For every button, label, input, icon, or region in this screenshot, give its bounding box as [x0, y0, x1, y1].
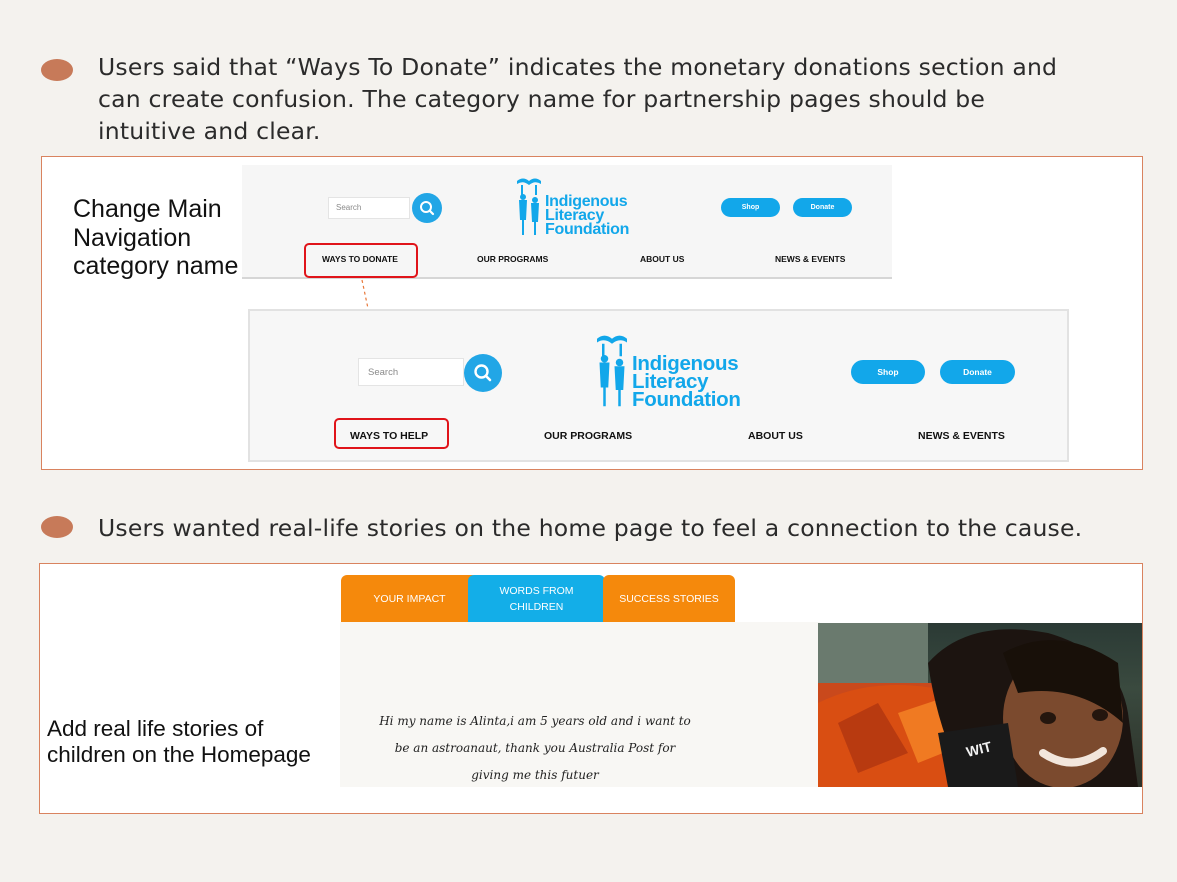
- logo: Indigenous Literacy Foundation: [592, 330, 752, 410]
- insight-text-2: Users wanted real-life stories on the ho…: [98, 514, 1083, 542]
- search-icon: [474, 364, 492, 382]
- nav-item-news-events[interactable]: NEWS & EVENTS: [918, 430, 1005, 442]
- logo-line-3: Foundation: [632, 388, 741, 411]
- tab-your-impact[interactable]: YOUR IMPACT: [341, 575, 478, 622]
- donate-button[interactable]: Donate: [940, 360, 1015, 384]
- nav-item-our-programs[interactable]: OUR PROGRAMS: [544, 430, 632, 442]
- slide: Users said that “Ways To Donate” indicat…: [0, 0, 1177, 882]
- shop-button[interactable]: Shop: [721, 198, 780, 217]
- tab-words-from-children[interactable]: WORDS FROM CHILDREN: [468, 575, 605, 622]
- search-button[interactable]: [464, 354, 502, 392]
- shop-button[interactable]: Shop: [851, 360, 925, 384]
- story-quote: Hi my name is Alinta,i am 5 years old an…: [379, 714, 691, 782]
- bullet-dot: [41, 59, 73, 81]
- child-photo: WIT: [818, 623, 1142, 787]
- bullet-dot: [41, 516, 73, 538]
- logo-line-3: Foundation: [545, 221, 630, 238]
- nav-item-our-programs[interactable]: OUR PROGRAMS: [477, 254, 548, 264]
- search-input[interactable]: Search: [358, 358, 464, 386]
- nav-item-about-us[interactable]: ABOUT US: [640, 254, 684, 264]
- logo-children-icon: [597, 335, 627, 407]
- search-button[interactable]: [412, 193, 442, 223]
- insight-text-1: Users said that “Ways To Donate” indicat…: [98, 53, 1058, 145]
- logo-children-icon: [517, 178, 541, 235]
- donate-button[interactable]: Donate: [793, 198, 852, 217]
- search-icon: [420, 201, 435, 216]
- stories-label: Add real life stories of children on the…: [47, 716, 311, 767]
- nav-item-news-events[interactable]: NEWS & EVENTS: [775, 254, 845, 264]
- search-input[interactable]: Search: [328, 197, 410, 219]
- logo: Indigenous Literacy Foundation: [513, 175, 643, 238]
- tab-success-stories[interactable]: SUCCESS STORIES: [603, 575, 735, 622]
- nav-item-about-us[interactable]: ABOUT US: [748, 430, 803, 442]
- change-nav-label: Change Main Navigation category name: [73, 195, 239, 280]
- highlight-box-before: [304, 243, 418, 278]
- highlight-box-after: [334, 418, 449, 449]
